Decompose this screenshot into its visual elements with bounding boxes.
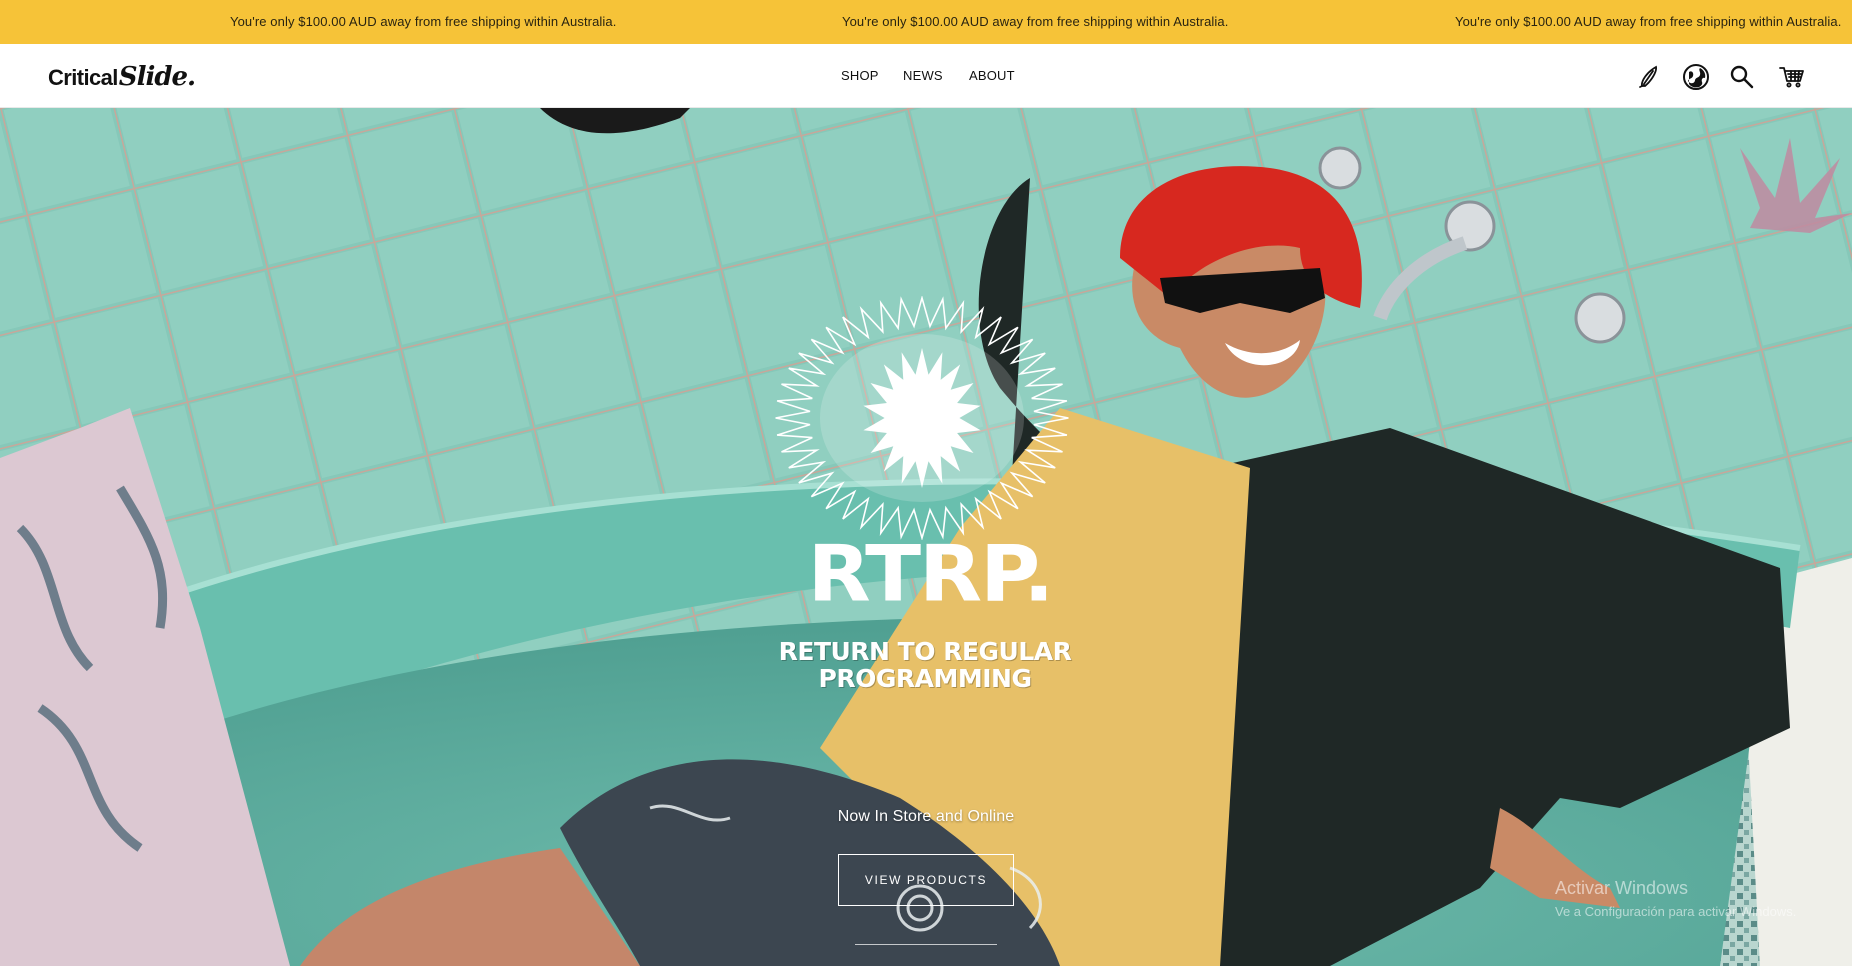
cart-icon[interactable]: [1777, 62, 1807, 92]
os-activation-watermark: Activar Windows Ve a Configuración para …: [1555, 878, 1796, 919]
watermark-subtitle: Ve a Configuración para activar Windows.: [1555, 904, 1797, 919]
campaign-subtitle: RETURN TO REGULAR PROGRAMMING: [770, 638, 1080, 692]
nav-item-shop[interactable]: SHOP: [841, 68, 879, 83]
scroll-indicator: [855, 944, 997, 945]
announcement-message: You're only $100.00 AUD away from free s…: [230, 14, 617, 29]
watermark-title: Activar Windows: [1555, 878, 1689, 898]
globe-icon[interactable]: [1681, 62, 1711, 92]
announcement-message: You're only $100.00 AUD away from free s…: [1455, 14, 1842, 29]
announcement-message: You're only $100.00 AUD away from free s…: [842, 14, 1229, 29]
view-products-button[interactable]: VIEW PRODUCTS: [838, 854, 1014, 906]
nav-item-news[interactable]: NEWS: [903, 68, 943, 83]
search-icon[interactable]: [1727, 62, 1757, 92]
nav-item-about[interactable]: ABOUT: [969, 68, 1015, 83]
sun-emblem-logo: [775, 296, 1069, 540]
campaign-title: RTRP.: [807, 529, 1055, 620]
hero-banner: RTRP. RETURN TO REGULAR PROGRAMMING Now …: [0, 108, 1852, 966]
main-nav: SHOP NEWS ABOUT: [0, 68, 1852, 88]
announcement-bar: You're only $100.00 AUD away from free s…: [0, 0, 1852, 44]
campaign-subtitle-line: RETURN TO REGULAR: [778, 637, 1072, 666]
site-header: Critical Slide. SHOP NEWS ABOUT: [0, 44, 1852, 108]
campaign-subtitle-line: PROGRAMMING: [818, 664, 1032, 693]
surfboard-icon[interactable]: [1634, 62, 1664, 92]
hero-tagline: Now In Store and Online: [837, 808, 1015, 825]
